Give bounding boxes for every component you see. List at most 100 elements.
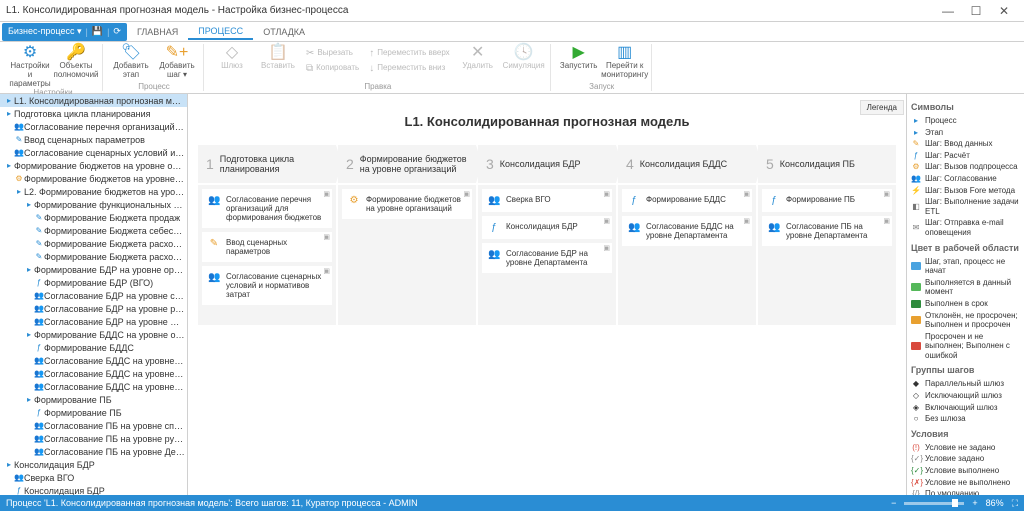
tree-node[interactable]: ▸Формирование ПБ: [0, 393, 187, 406]
move-up-button[interactable]: ↑Переместить вверх: [369, 46, 449, 60]
tree-node[interactable]: 👥Сверка ВГО: [0, 471, 187, 484]
stage[interactable]: 1Подготовка цикла планирования 👥Согласова…: [198, 145, 336, 325]
qat-dropdown[interactable]: Бизнес-процесс ▾ |💾 |⟳: [2, 23, 127, 41]
step-card[interactable]: 👥Согласование ПБ на уровне Департамента▣: [762, 216, 892, 246]
step-card[interactable]: ƒКонсолидация БДР▣: [482, 216, 612, 239]
step-corner-icon[interactable]: ▣: [883, 190, 890, 198]
save-icon[interactable]: 💾: [92, 26, 103, 37]
step-card[interactable]: ƒФормирование ПБ▣: [762, 189, 892, 212]
tree-node[interactable]: ▸Подготовка цикла планирования: [0, 107, 187, 120]
tree-node[interactable]: ⚙Формирование бюджетов на уровне организ…: [0, 172, 187, 185]
stage[interactable]: 5Консолидация ПБ ƒФормирование ПБ▣ 👥Соглас…: [758, 145, 896, 325]
tree-node[interactable]: 👥Согласование ПБ на уровне специалиста о…: [0, 419, 187, 432]
step-card[interactable]: 👥Согласование перечня организаций для фо…: [202, 189, 332, 228]
permissions-button[interactable]: 🔑Объекты полномочий: [54, 44, 98, 88]
step-corner-icon[interactable]: ▣: [743, 190, 750, 198]
tree-node[interactable]: 👥Согласование БДДС на уровне Департамент…: [0, 380, 187, 393]
step-card[interactable]: ⚙Формирование бюджетов на уровне организ…: [342, 189, 472, 219]
tree-node[interactable]: ✎Формирование Бюджета расходов на трансп…: [0, 237, 187, 250]
stage-header[interactable]: 4Консолидация БДДС: [618, 145, 756, 183]
tab-debug[interactable]: ОТЛАДКА: [253, 25, 315, 39]
process-tree[interactable]: ▸L1. Консолидированная прогнозная модель…: [0, 94, 188, 495]
tree-node[interactable]: 👥Согласование БДДС на уровне руководител…: [0, 367, 187, 380]
zoom-slider[interactable]: [904, 502, 964, 505]
tab-home[interactable]: ГЛАВНАЯ: [127, 25, 188, 39]
paste-button[interactable]: 📋Вставить: [256, 44, 300, 77]
step-corner-icon[interactable]: ▣: [603, 244, 610, 252]
step-card[interactable]: 👥Согласование сценарных условий и нормат…: [202, 266, 332, 305]
add-stage-button[interactable]: 🏷Добавить этап: [109, 44, 153, 80]
step-card[interactable]: ƒФормирование БДДС▣: [622, 189, 752, 212]
zoom-out-button[interactable]: −: [891, 498, 896, 508]
tree-node[interactable]: ▸Формирование бюджетов на уровне организ…: [0, 159, 187, 172]
step-card[interactable]: 👥Согласование БДР на уровне Департамента…: [482, 243, 612, 273]
add-step-button[interactable]: ✎+Добавить шаг ▾: [155, 44, 199, 80]
stage[interactable]: 4Консолидация БДДС ƒФормирование БДДС▣ 👥Со…: [618, 145, 756, 325]
step-corner-icon[interactable]: ▣: [743, 217, 750, 225]
step-corner-icon[interactable]: ▣: [323, 190, 330, 198]
refresh-icon[interactable]: ⟳: [113, 26, 121, 37]
simulation-button[interactable]: 🕓Симуляция: [502, 44, 546, 77]
tree-node[interactable]: ▸Формирование БДР на уровне организаций: [0, 263, 187, 276]
tree-label: Согласование БДР на уровне руководителя …: [44, 304, 185, 314]
stage-header[interactable]: 2Формирование бюджетов на уровне организ…: [338, 145, 476, 183]
legend-toggle[interactable]: Легенда: [860, 100, 904, 115]
tree-node[interactable]: ƒФормирование ПБ: [0, 406, 187, 419]
legend-icon: (!): [911, 443, 921, 453]
stage-header[interactable]: 3Консолидация БДР: [478, 145, 616, 183]
titlebar: L1. Консолидированная прогнозная модель …: [0, 0, 1024, 22]
expand-icon[interactable]: ⛶: [1012, 498, 1018, 509]
cut-button[interactable]: ✂Вырезать: [306, 46, 359, 60]
stage-header[interactable]: 1Подготовка цикла планирования: [198, 145, 336, 183]
move-down-button[interactable]: ↓Переместить вниз: [369, 61, 449, 75]
step-corner-icon[interactable]: ▣: [323, 267, 330, 275]
step-corner-icon[interactable]: ▣: [883, 217, 890, 225]
step-card[interactable]: ✎Ввод сценарных параметров▣: [202, 232, 332, 262]
tree-node[interactable]: ✎Формирование Бюджета расходов на персон…: [0, 250, 187, 263]
gate-button[interactable]: ◇Шлюз: [210, 44, 254, 77]
stage[interactable]: 3Консолидация БДР 👥Сверка ВГО▣ ƒКонсолидац…: [478, 145, 616, 325]
tree-node[interactable]: ▸L1. Консолидированная прогнозная модель: [0, 94, 187, 107]
run-button[interactable]: ▶Запустить: [557, 44, 601, 80]
tree-node[interactable]: ▸L2. Формирование бюджетов на уровне орг…: [0, 185, 187, 198]
maximize-button[interactable]: ☐: [962, 4, 990, 18]
stage[interactable]: 2Формирование бюджетов на уровне организ…: [338, 145, 476, 325]
tree-node[interactable]: 👥Согласование перечня организаций для фо…: [0, 120, 187, 133]
copy-button[interactable]: ⧉Копировать: [306, 61, 359, 75]
close-button[interactable]: ✕: [990, 4, 1018, 18]
legend-row: Отклонён, не просрочен; Выполнен и проср…: [911, 310, 1020, 331]
legend-row: {✓}Условие выполнено: [911, 465, 1020, 477]
zoom-in-button[interactable]: +: [972, 498, 977, 508]
settings-button[interactable]: ⚙Настройки и параметры: [8, 44, 52, 88]
stage-header[interactable]: 5Консолидация ПБ: [758, 145, 896, 183]
delete-button[interactable]: ✕Удалить: [456, 44, 500, 77]
minimize-button[interactable]: —: [934, 4, 962, 18]
tree-node[interactable]: ƒФормирование БДДС: [0, 341, 187, 354]
tree-node[interactable]: ▸Формирование функциональных бюджетов: [0, 198, 187, 211]
legend-icon: ◧: [911, 202, 921, 212]
tree-node[interactable]: 👥Согласование БДР на уровне руководителя…: [0, 302, 187, 315]
step-corner-icon[interactable]: ▣: [603, 190, 610, 198]
tab-process[interactable]: ПРОЦЕСС: [188, 24, 253, 40]
step-corner-icon[interactable]: ▣: [603, 217, 610, 225]
tree-node[interactable]: ▸Консолидация БДР: [0, 458, 187, 471]
tree-node[interactable]: ✎Формирование Бюджета продаж: [0, 211, 187, 224]
tree-node[interactable]: 👥Согласование ПБ на уровне руководителя …: [0, 432, 187, 445]
legend-text: Без шлюза: [925, 414, 966, 424]
monitoring-button[interactable]: ▥Перейти к мониторингу: [603, 44, 647, 80]
step-corner-icon[interactable]: ▣: [323, 233, 330, 241]
step-corner-icon[interactable]: ▣: [463, 190, 470, 198]
legend-row: ✉Шаг: Отправка e-mail оповещения: [911, 217, 1020, 238]
tree-node[interactable]: ƒКонсолидация БДР: [0, 484, 187, 495]
tree-node[interactable]: 👥Согласование БДДС на уровне специалиста…: [0, 354, 187, 367]
tree-node[interactable]: 👥Согласование ПБ на уровне Департамента: [0, 445, 187, 458]
tree-node[interactable]: ƒФормирование БДР (ВГО): [0, 276, 187, 289]
tree-node[interactable]: ✎Формирование Бюджета себестоимости: [0, 224, 187, 237]
step-card[interactable]: 👥Сверка ВГО▣: [482, 189, 612, 212]
tree-node[interactable]: 👥Согласование БДР на уровне Департамента: [0, 315, 187, 328]
tree-node[interactable]: ▸Формирование БДДС на уровне организаций: [0, 328, 187, 341]
tree-node[interactable]: ✎Ввод сценарных параметров: [0, 133, 187, 146]
tree-node[interactable]: 👥Согласование сценарных условий и нормат…: [0, 146, 187, 159]
step-card[interactable]: 👥Согласование БДДС на уровне Департамент…: [622, 216, 752, 246]
tree-node[interactable]: 👥Согласование БДР на уровне специалиста …: [0, 289, 187, 302]
